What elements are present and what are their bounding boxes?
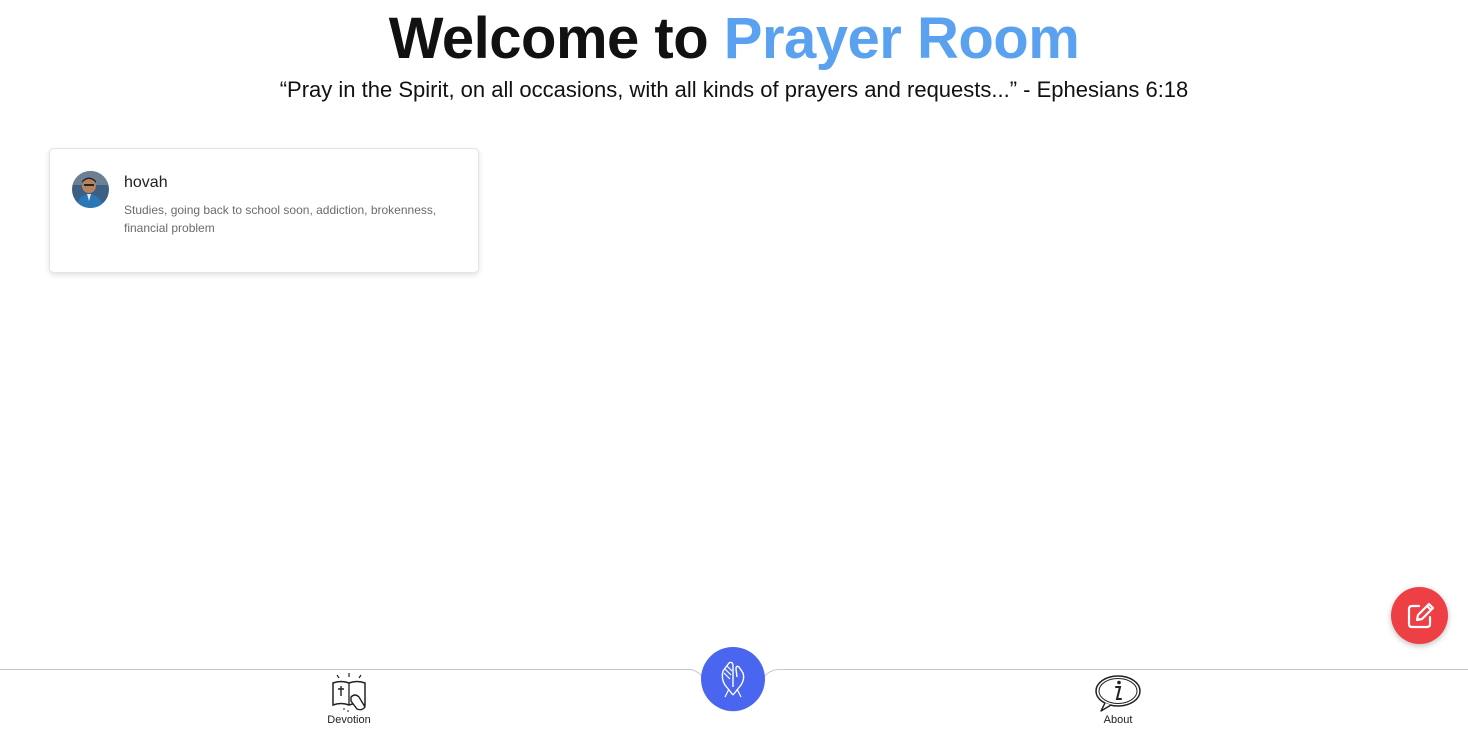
praying-hands-icon (721, 661, 745, 698)
prayer-author-name: hovah (124, 174, 168, 191)
bible-verse: “Pray in the Spirit, on all occasions, w… (279, 77, 1189, 102)
edit-icon (1407, 602, 1434, 628)
nav-about-label: About (1103, 714, 1133, 726)
prayer-home-button[interactable] (701, 647, 765, 711)
avatar (72, 171, 109, 208)
title-prefix: Welcome to (388, 6, 709, 71)
title-accent: Prayer Room (723, 6, 1080, 71)
prayer-request-text: Studies, going back to school soon, addi… (124, 203, 437, 235)
bible-book-icon (332, 673, 366, 712)
prayer-card[interactable]: hovah Studies, going back to school soon… (49, 148, 479, 273)
bottom-navigation: Devotion About (0, 647, 1468, 733)
page-title: Welcome to Prayer Room (0, 6, 1468, 72)
prayer-room-page: Welcome to Prayer Room “Pray in the Spir… (0, 0, 1468, 733)
nav-devotion[interactable]: Devotion (289, 673, 409, 727)
new-prayer-button[interactable] (1391, 587, 1448, 644)
info-speech-bubble-icon (1095, 675, 1141, 712)
nav-about[interactable]: About (1058, 673, 1178, 727)
nav-devotion-label: Devotion (327, 714, 371, 726)
